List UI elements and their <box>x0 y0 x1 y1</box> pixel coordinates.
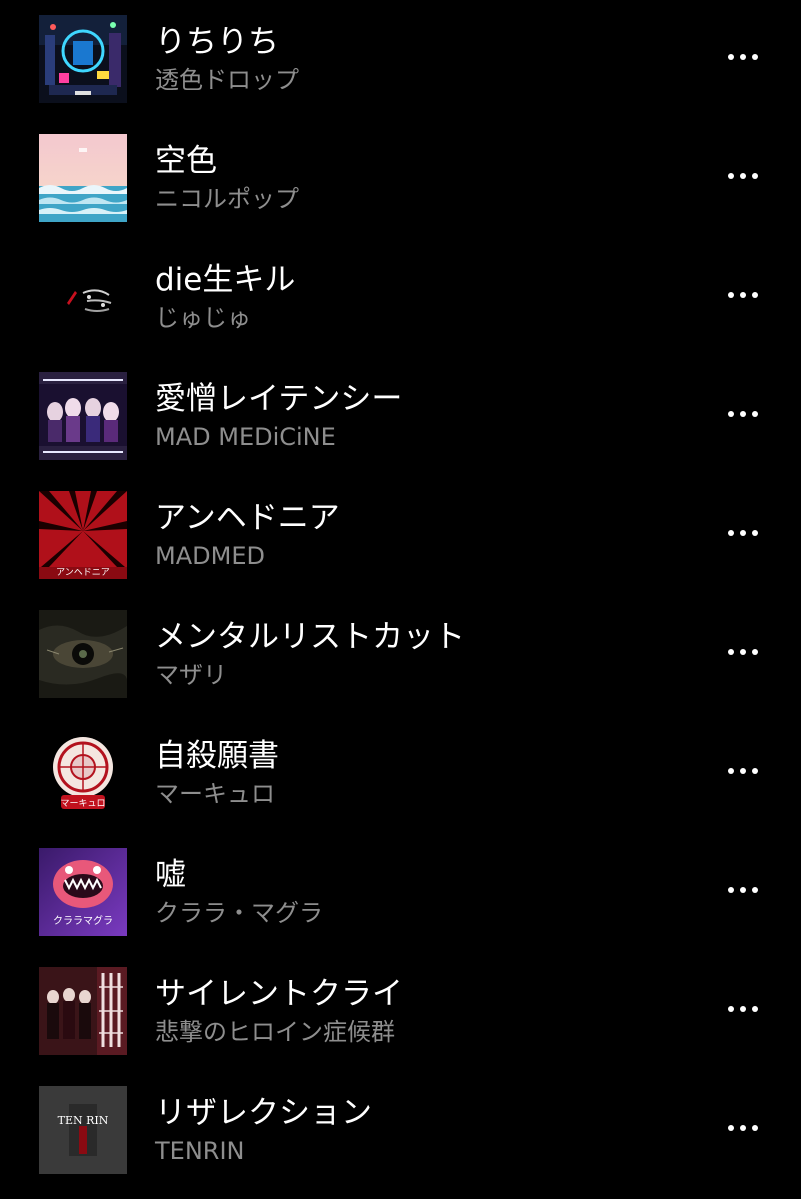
album-art-dark-knife <box>39 253 127 341</box>
track-artist: MADMED <box>155 542 265 570</box>
track-row[interactable]: TEN RIN リザレクション TENRIN <box>0 1075 801 1185</box>
album-art-red-burst: アンヘドニア <box>39 491 127 579</box>
track-row[interactable]: マーキュロ 自殺願書 マーキュロ <box>0 718 801 828</box>
track-list: りちりち 透色ドロップ 空色 ニコルポップ die生キル じゅじゅ 愛憎レイテン… <box>0 0 801 1199</box>
album-art-sea-sky <box>39 134 127 222</box>
track-title: サイレントクライ <box>155 976 403 1012</box>
album-art-crest: マーキュロ <box>39 729 127 817</box>
album-art-logo-grey: TEN RIN <box>39 1086 127 1174</box>
more-horizontal-icon[interactable] <box>718 873 768 907</box>
track-artist: マザリ <box>155 661 227 689</box>
track-artist: 悲撃のヒロイン症候群 <box>155 1018 395 1046</box>
track-artist: じゅじゅ <box>155 304 251 332</box>
more-horizontal-icon[interactable] <box>718 159 768 193</box>
album-art-monster-mouth: クララマグラ <box>39 848 127 936</box>
track-artist: マーキュロ <box>155 780 275 808</box>
track-title: 嘘 <box>155 857 186 893</box>
track-artist: クララ・マグラ <box>155 899 323 927</box>
track-row[interactable]: die生キル じゅじゅ <box>0 242 801 352</box>
track-title: 愛憎レイテンシー <box>155 381 403 417</box>
album-art-eye <box>39 610 127 698</box>
svg-text:マーキュロ: マーキュロ <box>60 799 105 809</box>
track-artist: ニコルポップ <box>155 185 299 213</box>
more-horizontal-icon[interactable] <box>718 40 768 74</box>
track-row[interactable]: 空色 ニコルポップ <box>0 123 801 233</box>
track-artist: TENRIN <box>155 1137 245 1165</box>
svg-text:アンヘドニア: アンヘドニア <box>56 568 110 578</box>
more-horizontal-icon[interactable] <box>718 278 768 312</box>
more-horizontal-icon[interactable] <box>718 516 768 550</box>
track-artist: MAD MEDiCiNE <box>155 423 336 451</box>
track-title: アンヘドニア <box>155 500 340 536</box>
album-art-group-purple <box>39 372 127 460</box>
svg-text:TEN RIN: TEN RIN <box>58 1114 109 1127</box>
track-title: 空色 <box>155 143 217 179</box>
track-title: 自殺願書 <box>155 738 279 774</box>
track-artist: 透色ドロップ <box>155 66 299 94</box>
more-horizontal-icon[interactable] <box>718 635 768 669</box>
more-horizontal-icon[interactable] <box>718 992 768 1026</box>
track-row[interactable]: サイレントクライ 悲撃のヒロイン症候群 <box>0 956 801 1066</box>
more-horizontal-icon[interactable] <box>718 397 768 431</box>
track-title: リザレクション <box>155 1095 372 1131</box>
track-row[interactable]: クララマグラ 嘘 クララ・マグラ <box>0 837 801 947</box>
track-row[interactable]: メンタルリストカット マザリ <box>0 599 801 709</box>
track-row[interactable]: りちりち 透色ドロップ <box>0 4 801 114</box>
more-horizontal-icon[interactable] <box>718 1111 768 1145</box>
track-title: メンタルリストカット <box>155 619 465 655</box>
album-art-night-city <box>39 15 127 103</box>
album-art-group-text <box>39 967 127 1055</box>
track-title: りちりち <box>155 24 279 60</box>
track-row[interactable]: 愛憎レイテンシー MAD MEDiCiNE <box>0 361 801 471</box>
track-row[interactable]: アンヘドニア アンヘドニア MADMED <box>0 480 801 590</box>
svg-text:クララマグラ: クララマグラ <box>53 914 113 927</box>
track-title: die生キル <box>155 262 296 298</box>
more-horizontal-icon[interactable] <box>718 754 768 788</box>
